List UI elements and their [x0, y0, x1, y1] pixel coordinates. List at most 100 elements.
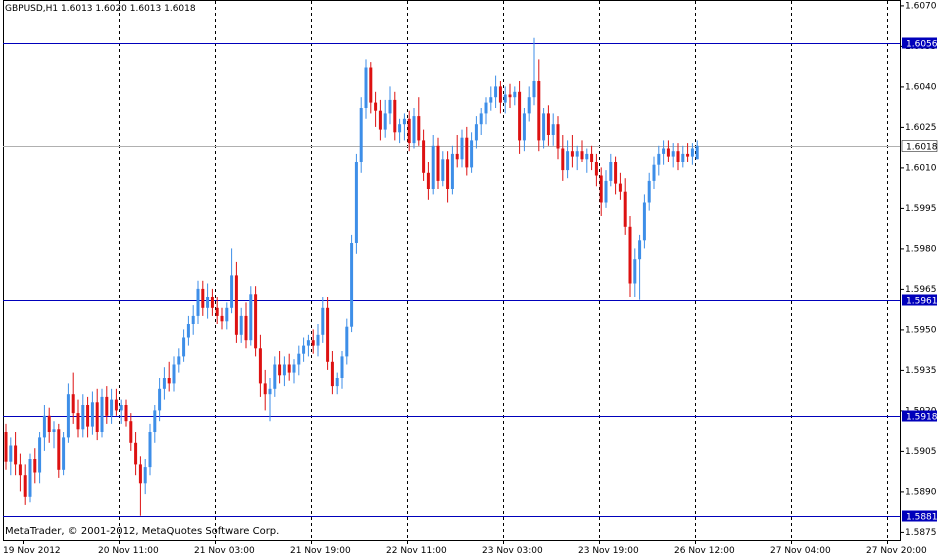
- candle-body: [138, 464, 142, 484]
- candle-body: [129, 421, 133, 443]
- candle-body: [580, 151, 584, 160]
- candle-body: [436, 145, 440, 181]
- candle-body: [244, 315, 248, 341]
- candle-body: [258, 348, 262, 384]
- chart-window: 19 Nov 2012 20 Nov 11:00 21 Nov 03:00 21 No…: [0, 0, 939, 557]
- candle-body: [575, 151, 579, 157]
- candle-body: [407, 118, 411, 144]
- candle-body: [287, 364, 291, 373]
- candle-body: [316, 334, 320, 346]
- candle-body: [561, 148, 565, 171]
- candle-body: [42, 415, 46, 438]
- candle-body: [311, 340, 315, 346]
- y-tick-label: 1.5905: [905, 447, 937, 457]
- candle-body: [114, 399, 118, 411]
- candle-body: [542, 113, 546, 141]
- candle-body: [378, 110, 382, 130]
- candle-body: [110, 399, 114, 416]
- candle-body: [119, 405, 123, 411]
- candle-body: [172, 364, 176, 384]
- x-tick-label: 21 Nov 03:00: [194, 546, 255, 556]
- candle-body: [498, 86, 502, 103]
- candle-body: [690, 148, 694, 157]
- candle-body: [623, 191, 627, 227]
- candle-body: [302, 345, 306, 354]
- candle-body: [426, 172, 430, 189]
- candle-body: [321, 307, 325, 335]
- candle-body: [657, 153, 661, 165]
- candle-body: [162, 378, 166, 389]
- symbol-label: GBPUSD,H1: [5, 4, 59, 14]
- candle-body: [369, 67, 373, 103]
- candle-body: [494, 86, 498, 98]
- candle-body: [570, 151, 574, 157]
- candle-body: [484, 102, 488, 114]
- candle-body: [446, 159, 450, 189]
- candle-body: [297, 353, 301, 365]
- x-tick-label: 22 Nov 11:00: [386, 546, 447, 556]
- candle-body: [182, 337, 186, 357]
- chart-header: GBPUSD,H1 1.6013 1.6020 1.6013 1.6018: [5, 4, 196, 14]
- candle-body: [412, 116, 416, 144]
- candle-body: [513, 91, 517, 98]
- candle-body: [95, 402, 99, 432]
- candle-body: [186, 324, 190, 338]
- x-tick-label: 26 Nov 12:00: [674, 546, 735, 556]
- candle-body: [62, 437, 66, 470]
- candle-body: [206, 297, 210, 308]
- candle-body: [278, 364, 282, 376]
- candle-body: [537, 81, 541, 141]
- candle-body: [460, 137, 464, 160]
- y-tick-label: 1.6070: [905, 1, 937, 11]
- candle-body: [105, 396, 109, 416]
- candle-body: [18, 464, 22, 476]
- candle-body: [666, 148, 670, 157]
- y-tick-label: 1.5965: [905, 285, 937, 295]
- candle-body: [220, 315, 224, 322]
- candle-body: [282, 364, 286, 376]
- candle-body: [522, 113, 526, 141]
- candle-body: [388, 99, 392, 114]
- candle-body: [167, 378, 171, 384]
- candle-body: [681, 153, 685, 162]
- copyright-text: MetaTrader, © 2001-2012, MetaQuotes Soft…: [5, 526, 280, 537]
- candle-body: [604, 180, 608, 203]
- y-tick-label: 1.5935: [905, 366, 937, 376]
- candle-body: [86, 405, 90, 427]
- candle-body: [326, 307, 330, 362]
- candle-body: [455, 153, 459, 160]
- candle-body: [81, 405, 85, 430]
- candle-body: [364, 67, 368, 108]
- candle-body: [489, 97, 493, 103]
- candle-body: [225, 307, 229, 322]
- candle-body: [148, 432, 152, 468]
- candle-body: [33, 459, 37, 473]
- candle-body: [66, 394, 70, 438]
- candle-body: [393, 99, 397, 133]
- candle-body: [335, 378, 339, 387]
- candle-body: [638, 240, 642, 260]
- y-tick-label: 1.5890: [905, 487, 937, 497]
- candle-body: [143, 467, 147, 484]
- candle-body: [431, 145, 435, 189]
- candle-body: [249, 294, 253, 341]
- candle-body: [47, 415, 51, 432]
- candle-body: [14, 445, 18, 465]
- candle-body: [662, 148, 666, 154]
- candle-body: [350, 243, 354, 327]
- candle-body: [354, 162, 358, 243]
- candle-body: [671, 151, 675, 157]
- candle-body: [100, 396, 104, 432]
- y-tick-label: 1.5995: [905, 204, 937, 214]
- ohlc-readout: 1.6013 1.6020 1.6013 1.6018: [61, 4, 196, 14]
- candle-body: [527, 97, 531, 114]
- y-tick-label: 1.6010: [905, 163, 937, 173]
- candle-body: [254, 294, 258, 349]
- candle-body: [551, 124, 555, 135]
- candle-body: [422, 140, 426, 173]
- candle-body: [590, 153, 594, 162]
- candle-body: [158, 388, 162, 411]
- candle-body: [90, 402, 94, 427]
- x-tick-label: 27 Nov 20:00: [866, 546, 927, 556]
- level-label: 1.5961: [906, 297, 938, 307]
